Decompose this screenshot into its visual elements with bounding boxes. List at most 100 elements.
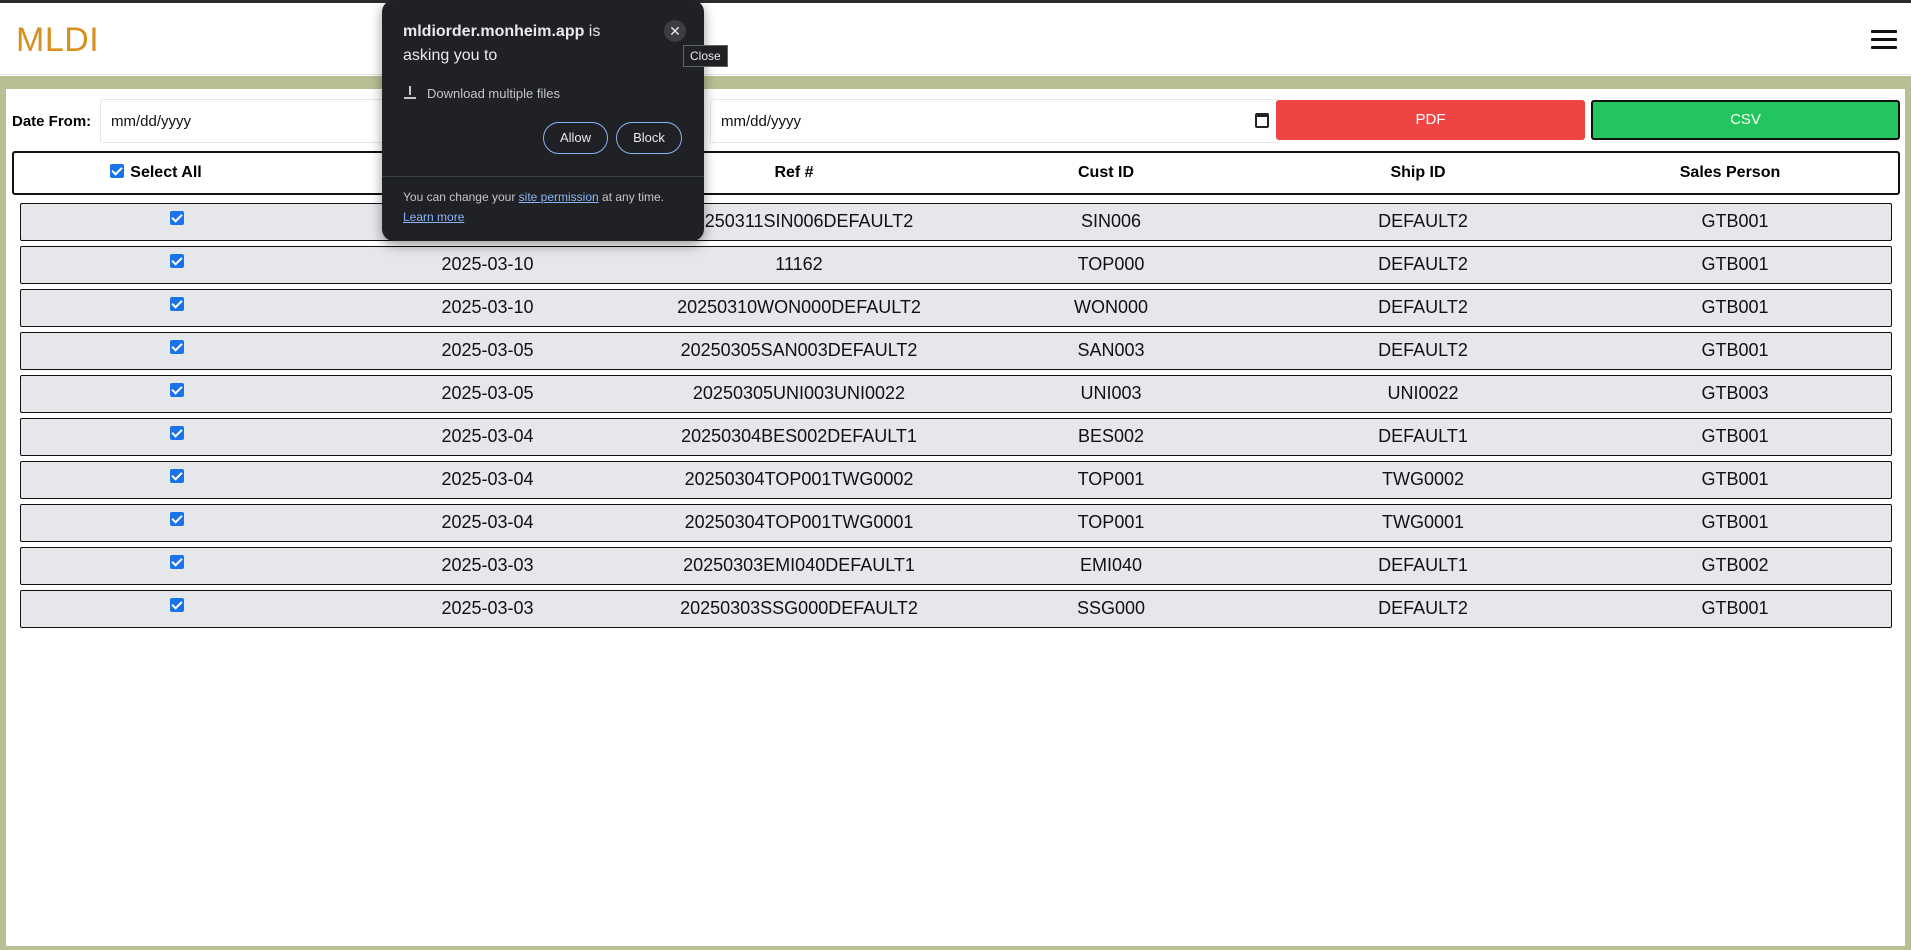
popup-request: Download multiple files xyxy=(403,86,560,101)
row-sales-person: GTB001 xyxy=(1701,469,1769,489)
row-cust-id: TOP001 xyxy=(1077,512,1145,532)
row-ref: 20250305UNI003UNI0022 xyxy=(692,383,906,403)
row-ref: 20250310WON000DEFAULT2 xyxy=(677,297,921,317)
row-select[interactable] xyxy=(21,505,332,540)
table-row[interactable]: 2025-03-05 20250305UNI003UNI0022 UNI003 UNI… xyxy=(20,375,1892,413)
row-cust-id: UNI003 xyxy=(1080,383,1142,403)
table-row[interactable]: 2025-03-03 20250303SSG000DEFAULT2 SSG000 DE… xyxy=(20,590,1892,628)
row-select[interactable] xyxy=(21,290,332,325)
row-ref: 20250305SAN003DEFAULT2 xyxy=(680,340,918,360)
row-checkbox[interactable] xyxy=(169,598,184,613)
popup-footer: You can change your site permission at a… xyxy=(403,187,688,227)
row-date: 2025-03-10 xyxy=(441,254,534,274)
row-checkbox[interactable] xyxy=(169,340,184,355)
pdf-button[interactable]: PDF xyxy=(1276,100,1585,140)
row-cust-id: TOP000 xyxy=(1077,254,1145,274)
date-from-value: mm/dd/yyyy xyxy=(111,113,192,130)
row-ref: 11162 xyxy=(775,254,823,274)
row-sales-person: GTB001 xyxy=(1701,340,1769,360)
popup-foot-suffix: at any time. xyxy=(598,190,665,204)
row-date: 2025-03-03 xyxy=(441,598,534,618)
row-select[interactable] xyxy=(21,333,332,368)
date-from-input[interactable]: mm/dd/yyyy xyxy=(100,99,392,143)
csv-button[interactable]: CSV xyxy=(1591,100,1900,140)
row-select[interactable] xyxy=(21,462,332,497)
row-sales-person: GTB001 xyxy=(1701,512,1769,532)
row-checkbox[interactable] xyxy=(169,426,184,441)
row-sales-person: GTB002 xyxy=(1701,555,1769,575)
row-ship-id: DEFAULT2 xyxy=(1378,211,1468,231)
select-all-checkbox[interactable] xyxy=(110,164,125,179)
row-sales-person: GTB001 xyxy=(1701,211,1769,231)
date-to-input[interactable]: mm/dd/yyyy xyxy=(710,99,1280,143)
row-cust-id: SSG000 xyxy=(1076,598,1146,618)
table-row[interactable]: 2025-03-04 20250304TOP001TWG0002 TOP001 TWG… xyxy=(20,461,1892,499)
date-from-label: Date From: xyxy=(12,113,92,130)
row-ref: 20250304TOP001TWG0002 xyxy=(684,469,914,489)
column-header-cust-id: Cust ID xyxy=(1078,164,1134,181)
row-date: 2025-03-04 xyxy=(441,426,534,446)
row-cust-id: SAN003 xyxy=(1077,340,1145,360)
row-ship-id: TWG0002 xyxy=(1381,469,1465,489)
date-to-value: mm/dd/yyyy xyxy=(721,113,802,130)
table-row[interactable]: 2025-03-04 20250304BES002DEFAULT1 BES002 DE… xyxy=(20,418,1892,456)
row-ship-id: DEFAULT1 xyxy=(1378,555,1468,575)
learn-more-link[interactable]: Learn more xyxy=(403,210,464,224)
row-select[interactable] xyxy=(21,204,332,239)
row-cust-id: BES002 xyxy=(1077,426,1145,446)
row-date: 2025-03-03 xyxy=(441,555,534,575)
order-rows: 20250311SIN006DEFAULT2 SIN006 DEFAULT2 GTB0… xyxy=(20,203,1892,633)
table-row[interactable]: 2025-03-04 20250304TOP001TWG0001 TOP001 TWG… xyxy=(20,504,1892,542)
popup-foot-prefix: You can change your xyxy=(403,190,519,204)
row-checkbox[interactable] xyxy=(169,469,184,484)
download-icon xyxy=(403,86,417,100)
block-button[interactable]: Block xyxy=(616,122,682,154)
app-logo[interactable]: MLDI xyxy=(16,21,99,60)
row-sales-person: GTB003 xyxy=(1701,383,1769,403)
table-row[interactable]: 2025-03-10 20250310WON000DEFAULT2 WON000 DE… xyxy=(20,289,1892,327)
table-header: Select All Ref # Cust ID Ship ID Sales P… xyxy=(12,151,1900,195)
close-tooltip: Close xyxy=(683,45,728,67)
row-checkbox[interactable] xyxy=(169,555,184,570)
calendar-icon[interactable] xyxy=(1255,113,1269,128)
row-ship-id: DEFAULT2 xyxy=(1378,598,1468,618)
row-select[interactable] xyxy=(21,591,332,626)
row-ref: 20250303EMI040DEFAULT1 xyxy=(683,555,915,575)
row-ship-id: DEFAULT1 xyxy=(1378,426,1468,446)
select-all[interactable]: Select All xyxy=(14,153,298,193)
hamburger-menu-icon[interactable] xyxy=(1871,30,1897,50)
row-checkbox[interactable] xyxy=(169,211,184,226)
row-select[interactable] xyxy=(21,247,332,282)
row-checkbox[interactable] xyxy=(169,512,184,527)
row-ship-id: DEFAULT2 xyxy=(1378,297,1468,317)
allow-button[interactable]: Allow xyxy=(543,122,608,154)
site-permission-link[interactable]: site permission xyxy=(519,190,599,204)
close-icon[interactable]: ✕ xyxy=(664,20,686,42)
row-ref: 20250304TOP001TWG0001 xyxy=(684,512,914,532)
row-ref: 20250304BES002DEFAULT1 xyxy=(681,426,917,446)
row-sales-person: GTB001 xyxy=(1701,254,1769,274)
row-checkbox[interactable] xyxy=(169,383,184,398)
table-row[interactable]: 2025-03-05 20250305SAN003DEFAULT2 SAN003 DE… xyxy=(20,332,1892,370)
row-checkbox[interactable] xyxy=(169,254,184,269)
row-sales-person: GTB001 xyxy=(1701,297,1769,317)
select-all-label: Select All xyxy=(130,164,202,181)
table-row[interactable]: 2025-03-10 11162 TOP000 DEFAULT2 GTB001 xyxy=(20,246,1892,284)
row-checkbox[interactable] xyxy=(169,297,184,312)
table-row[interactable]: 2025-03-03 20250303EMI040DEFAULT1 EMI040 DE… xyxy=(20,547,1892,585)
row-select[interactable] xyxy=(21,376,332,411)
row-sales-person: GTB001 xyxy=(1701,426,1769,446)
row-select[interactable] xyxy=(21,419,332,454)
permission-popup: mldiorder.monheim.app is asking you to ✕… xyxy=(382,0,704,241)
row-cust-id: TOP001 xyxy=(1077,469,1145,489)
row-cust-id: WON000 xyxy=(1073,297,1149,317)
row-select[interactable] xyxy=(21,548,332,583)
column-header-sales-person: Sales Person xyxy=(1679,164,1781,181)
row-ref: 20250303SSG000DEFAULT2 xyxy=(680,598,918,618)
table-row[interactable]: 20250311SIN006DEFAULT2 SIN006 DEFAULT2 GTB0… xyxy=(20,203,1892,241)
row-cust-id: EMI040 xyxy=(1079,555,1143,575)
app-header: MLDI xyxy=(0,3,1911,75)
row-date: 2025-03-04 xyxy=(441,512,534,532)
filter-bar: Date From: mm/dd/yyyy mm/dd/yyyy PDF CSV xyxy=(12,99,1900,144)
row-date: 2025-03-05 xyxy=(441,340,534,360)
